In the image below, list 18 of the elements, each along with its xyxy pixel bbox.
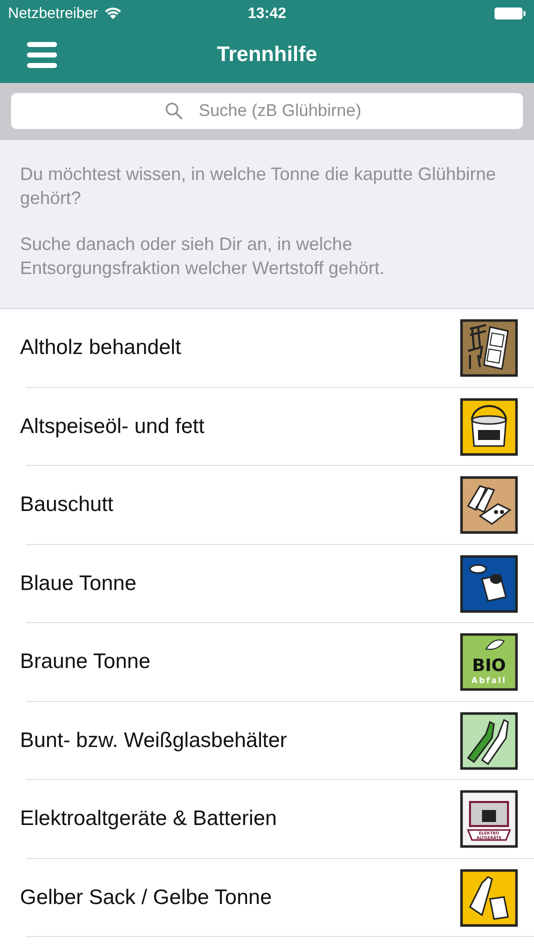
menu-icon[interactable]	[27, 42, 57, 68]
battery-icon	[494, 6, 526, 20]
list-item[interactable]: Altholz behandelt	[0, 309, 534, 388]
carrier-name: Netzbetreiber	[8, 4, 98, 22]
list-item[interactable]: Braune Tonne BIO Abfall	[0, 623, 534, 702]
list-item[interactable]: Blaue Tonne	[0, 544, 534, 623]
intro-text: Suche danach oder sieh Dir an, in welche Entsorgungsfraktion welcher Wertstoff gehört.	[20, 233, 386, 280]
search-field[interactable]: Suche (zB Glühbirne)	[11, 93, 523, 129]
status-time: 13:42	[248, 4, 286, 22]
nav-title: Trennhilfe	[216, 42, 318, 66]
bio-icon: BIO Abfall	[460, 633, 518, 692]
wifi-icon	[104, 6, 122, 20]
list-item[interactable]: Bunt- bzw. Weißglasbehälter	[0, 702, 534, 780]
list-item[interactable]: Bauschutt	[0, 466, 534, 544]
search-icon	[165, 102, 183, 120]
list-item[interactable]: Gelber Sack / Gelbe Tonne	[0, 858, 534, 937]
intro-text: Du möchtest wissen, in welche Tonne die kaputte Glühbirne gehört?	[20, 163, 497, 210]
list-item[interactable]: Altspeiseöl- und fett	[0, 388, 534, 466]
